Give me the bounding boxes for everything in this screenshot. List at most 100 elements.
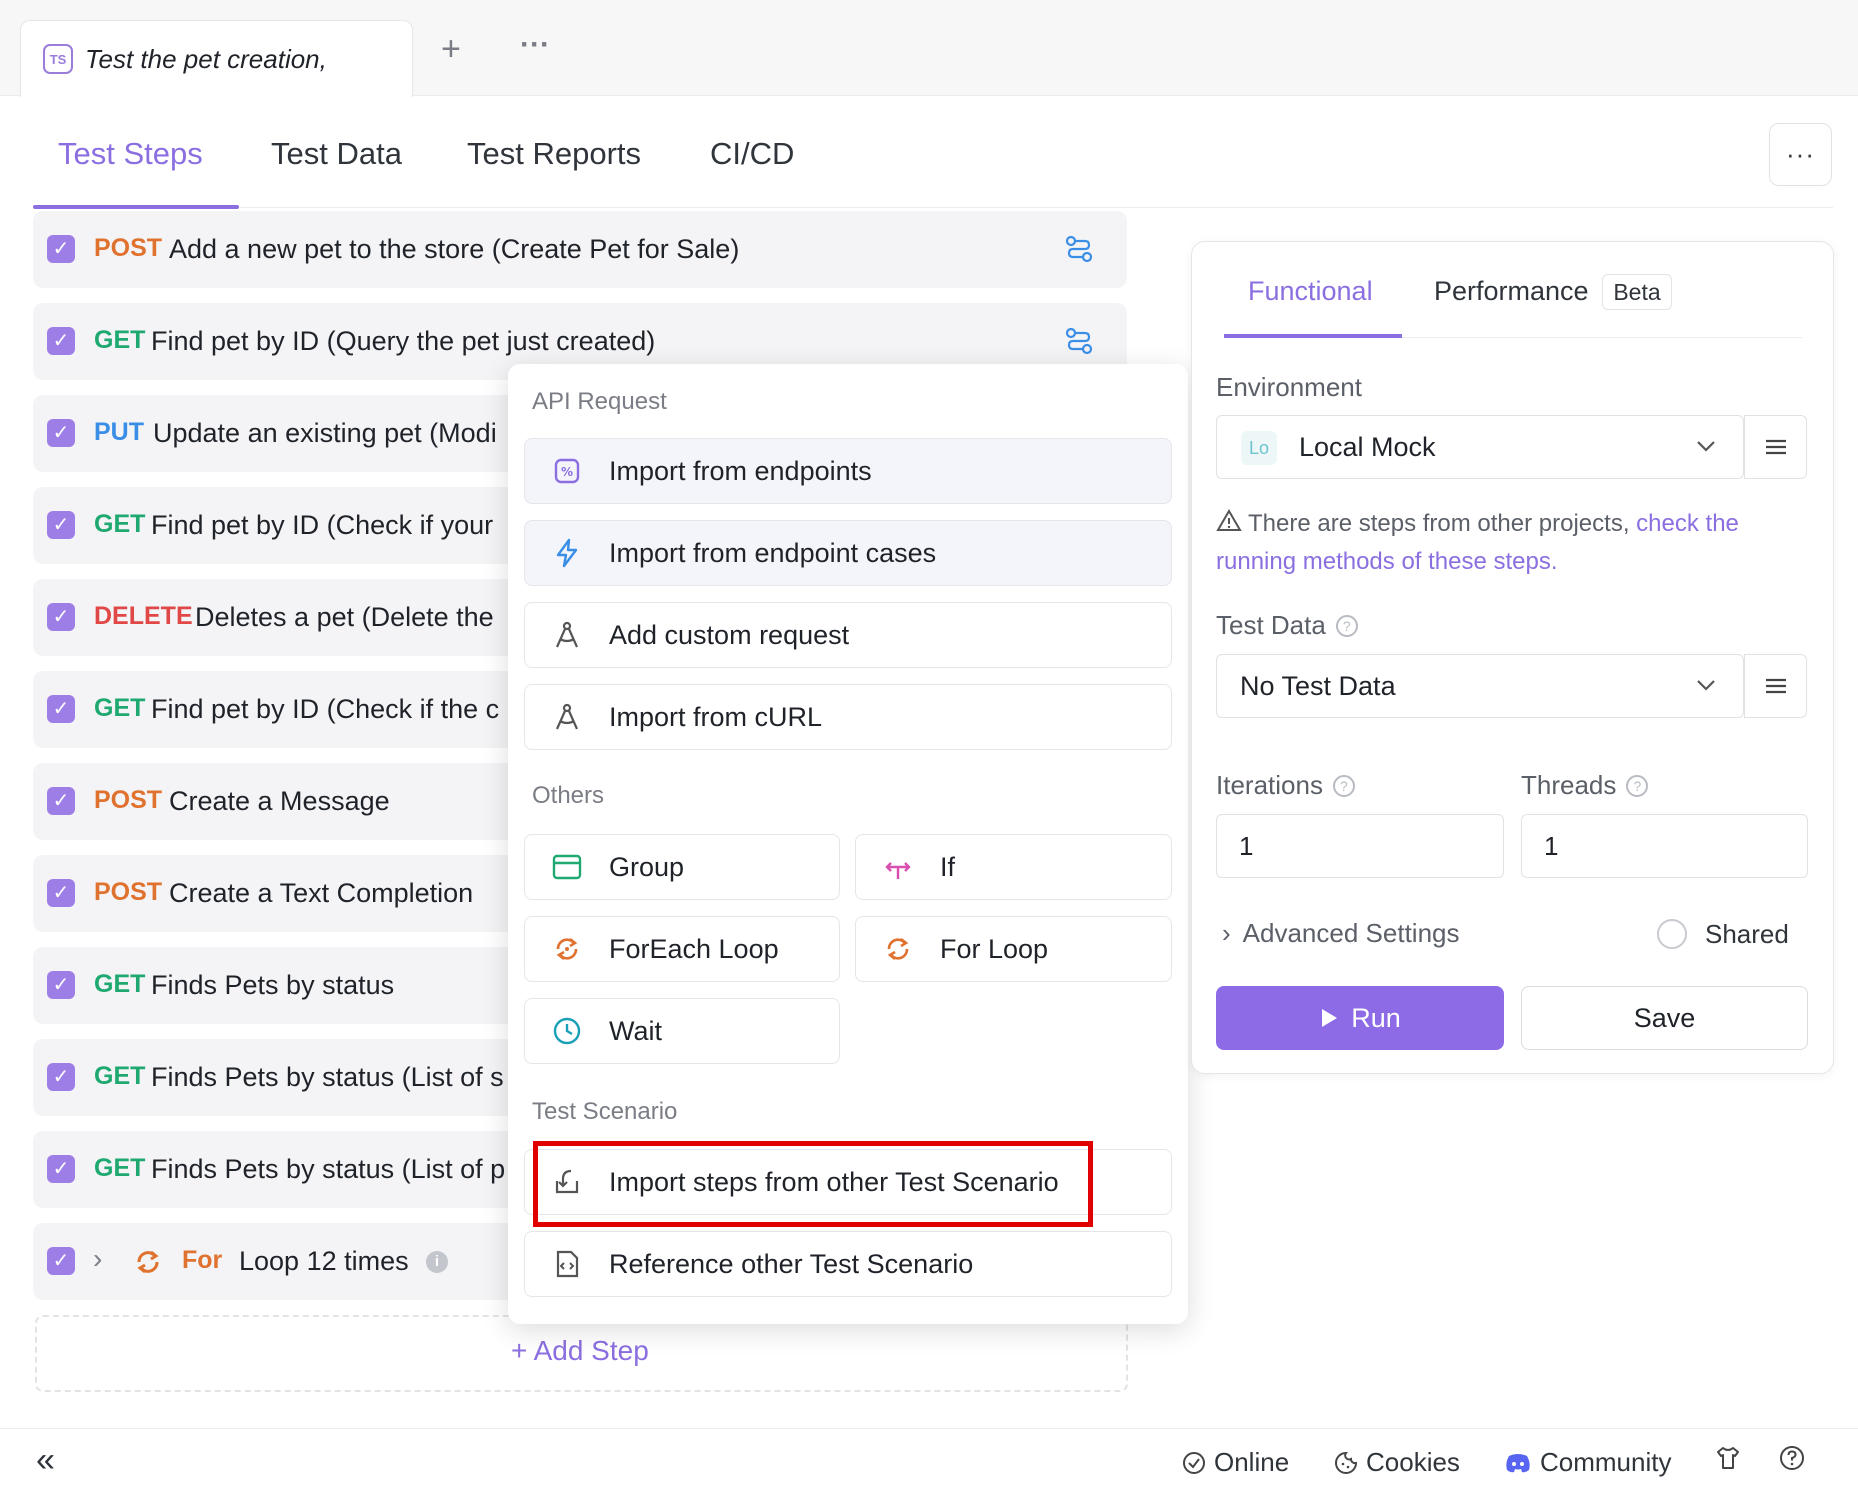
active-tab-indicator <box>1224 334 1402 338</box>
test-data-value: No Test Data <box>1240 671 1396 701</box>
iterations-input[interactable]: 1 <box>1216 814 1504 878</box>
svg-text:%: % <box>561 465 573 479</box>
step-row[interactable]: ✓ POST Add a new pet to the store (Creat… <box>33 211 1127 288</box>
step-checkbox[interactable]: ✓ <box>47 603 75 631</box>
step-checkbox[interactable]: ✓ <box>47 327 75 355</box>
environment-manage-button[interactable] <box>1744 415 1807 479</box>
menu-item-wait[interactable]: Wait <box>524 998 840 1064</box>
reference-file-icon <box>556 1250 579 1278</box>
menu-item-foreach-loop[interactable]: ForEach Loop <box>524 916 840 982</box>
method-badge: GET <box>94 326 146 354</box>
loop-icon <box>137 1250 159 1274</box>
method-badge: GET <box>94 970 146 998</box>
step-checkbox[interactable]: ✓ <box>47 971 75 999</box>
menu-icon <box>1765 678 1786 694</box>
shirt-icon[interactable] <box>1715 1445 1741 1471</box>
step-name: Create a Text Completion <box>169 878 474 908</box>
loop-icon <box>887 937 909 961</box>
advanced-settings-toggle[interactable]: › Advanced Settings <box>1222 918 1459 949</box>
step-checkbox[interactable]: ✓ <box>47 879 75 907</box>
method-badge: POST <box>94 234 163 262</box>
compass-icon <box>555 703 579 730</box>
cookies-button[interactable]: Cookies <box>1334 1447 1460 1478</box>
advanced-settings-label: Advanced Settings <box>1242 918 1460 948</box>
status-bar: « Online Cookies Community <box>0 1428 1858 1490</box>
tab-test-data[interactable]: Test Data <box>271 136 402 172</box>
test-data-select[interactable]: No Test Data <box>1216 654 1744 718</box>
clock-icon <box>553 1017 581 1045</box>
flow-icon[interactable] <box>1065 327 1093 355</box>
step-name: Find pet by ID (Query the pet just creat… <box>151 326 656 356</box>
shared-checkbox[interactable] <box>1657 919 1687 949</box>
menu-item-label: Group <box>609 851 685 882</box>
tab-functional[interactable]: Functional <box>1248 276 1373 307</box>
menu-item-import-endpoint-cases[interactable]: Import from endpoint cases <box>524 520 1172 586</box>
threads-input[interactable]: 1 <box>1521 814 1808 878</box>
tab-ci-cd[interactable]: CI/CD <box>710 136 794 172</box>
menu-item-for-loop[interactable]: For Loop <box>855 916 1172 982</box>
save-button[interactable]: Save <box>1521 986 1808 1050</box>
test-data-manage-button[interactable] <box>1744 654 1807 718</box>
section-label-others: Others <box>532 782 605 809</box>
tab-test-reports[interactable]: Test Reports <box>467 136 641 172</box>
chevron-down-icon <box>1697 680 1715 691</box>
run-button[interactable]: Run <box>1216 986 1504 1050</box>
document-tab[interactable]: TS Test the pet creation, <box>20 20 413 97</box>
step-checkbox[interactable]: ✓ <box>47 1247 75 1275</box>
step-checkbox[interactable]: ✓ <box>47 511 75 539</box>
method-badge: DELETE <box>94 602 193 630</box>
help-icon: ? <box>1335 615 1358 637</box>
beta-badge: Beta <box>1602 274 1672 310</box>
endpoints-icon: % <box>554 458 580 484</box>
step-checkbox[interactable]: ✓ <box>47 695 75 723</box>
menu-item-add-custom-request[interactable]: Add custom request <box>524 602 1172 668</box>
method-badge: GET <box>94 694 146 722</box>
menu-item-if[interactable]: If <box>855 834 1172 900</box>
menu-item-label: Wait <box>609 1015 662 1046</box>
branch-icon <box>885 862 911 879</box>
step-name: Finds Pets by status (List of p <box>151 1154 506 1184</box>
community-label: Community <box>1540 1447 1672 1477</box>
step-checkbox[interactable]: ✓ <box>47 1063 75 1091</box>
tab-test-steps[interactable]: Test Steps <box>58 136 203 172</box>
highlight-box <box>533 1141 1093 1227</box>
menu-item-import-endpoints[interactable]: % Import from endpoints <box>524 438 1172 504</box>
chevron-right-icon[interactable]: › <box>93 1243 102 1275</box>
step-checkbox[interactable]: ✓ <box>47 787 75 815</box>
step-checkbox[interactable]: ✓ <box>47 235 75 263</box>
help-icon[interactable] <box>1779 1445 1805 1471</box>
collapse-sidebar-button[interactable]: « <box>36 1441 55 1480</box>
menu-item-group[interactable]: Group <box>524 834 840 900</box>
more-options-button[interactable]: ··· <box>1769 123 1832 186</box>
chevron-down-icon <box>1697 441 1715 452</box>
step-name: Finds Pets by status <box>151 970 395 1000</box>
step-name: Finds Pets by status (List of s <box>151 1062 504 1092</box>
flow-icon[interactable] <box>1065 235 1093 263</box>
add-step-button[interactable]: + Add Step <box>511 1335 649 1367</box>
community-button[interactable]: Community <box>1504 1447 1671 1478</box>
cross-project-warning: There are steps from other projects, che… <box>1216 505 1816 581</box>
online-status[interactable]: Online <box>1182 1447 1289 1478</box>
tab-performance[interactable]: Performance <box>1434 276 1589 307</box>
test-data-label: Test Data? <box>1216 610 1358 641</box>
run-label: Run <box>1351 1002 1401 1033</box>
menu-item-import-curl[interactable]: Import from cURL <box>524 684 1172 750</box>
env-badge: Lo <box>1241 431 1277 465</box>
new-tab-button[interactable]: + <box>441 30 461 69</box>
step-name: Loop 12 times <box>239 1246 409 1276</box>
play-icon <box>1322 1009 1338 1027</box>
discord-icon <box>1506 1453 1530 1472</box>
step-checkbox[interactable]: ✓ <box>47 419 75 447</box>
environment-select[interactable]: Lo Local Mock <box>1216 415 1744 479</box>
add-step-area[interactable]: + Add Step <box>35 1315 1128 1392</box>
test-scenario-icon: TS <box>43 44 73 74</box>
lightning-icon <box>556 538 578 568</box>
step-name: Add a new pet to the store (Create Pet f… <box>169 234 740 264</box>
loop-keyword: For <box>182 1246 223 1274</box>
menu-item-reference-scenario[interactable]: Reference other Test Scenario <box>524 1231 1172 1297</box>
tab-more-button[interactable]: ··· <box>520 28 550 62</box>
menu-item-label: Import from cURL <box>609 701 823 732</box>
shared-label: Shared <box>1705 919 1789 949</box>
method-badge: GET <box>94 510 146 538</box>
step-checkbox[interactable]: ✓ <box>47 1155 75 1183</box>
